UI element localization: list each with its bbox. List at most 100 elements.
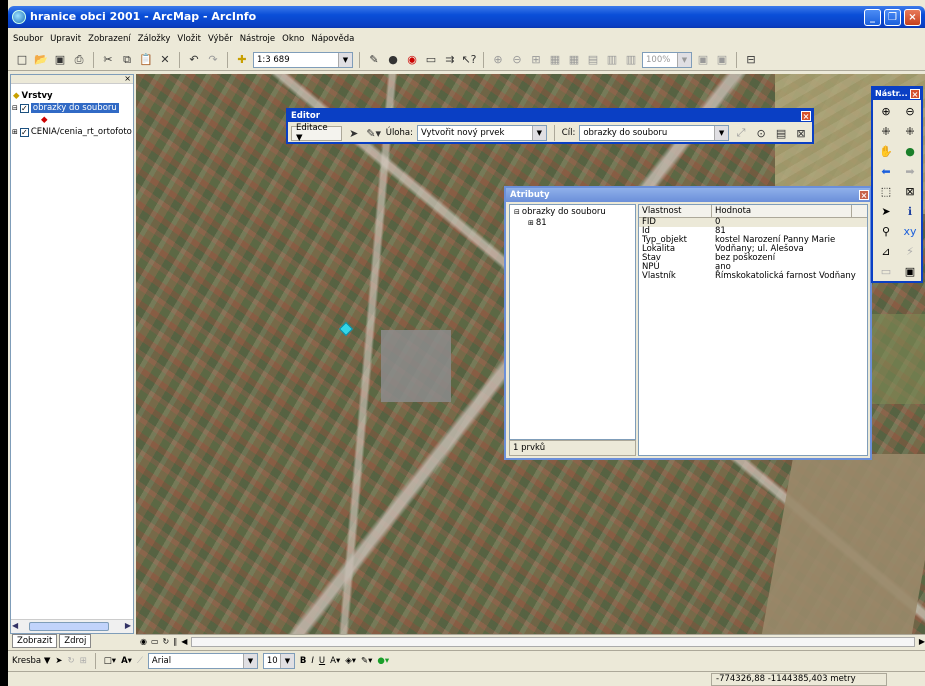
chevron-down-icon[interactable]: ▼ [531,126,546,140]
delete-icon[interactable]: ✕ [157,52,173,68]
tab-zobrazit[interactable]: Zobrazit [12,634,58,648]
layout-forward-icon[interactable]: ▥ [623,52,639,68]
menu-zobrazeni[interactable]: Zobrazení [88,34,131,44]
redo-icon[interactable]: ↷ [205,52,221,68]
scroll-right-icon[interactable]: ▶ [919,637,925,646]
attributes-title-bar[interactable]: Atributy × [506,188,870,202]
measure-icon[interactable]: ⊿ [875,243,897,260]
layout-back-icon[interactable]: ▥ [604,52,620,68]
cut-icon[interactable]: ✂ [100,52,116,68]
new-document-icon[interactable]: □ [14,52,30,68]
select-elements-icon[interactable]: ➤ [55,656,62,666]
target-combo[interactable]: obrazky do souboru ▼ [579,125,730,141]
paste-icon[interactable]: 📋 [138,52,154,68]
edit-vertices-icon[interactable]: ⟋ [137,656,143,666]
tools-title-bar[interactable]: Nástr... × [873,88,921,100]
rotate-icon[interactable]: ↻ [68,656,75,666]
forward-extent-icon[interactable]: ➡ [899,163,921,180]
sketch-properties-icon[interactable]: ⊠ [793,125,809,141]
full-extent-globe-icon[interactable]: ● [899,143,921,160]
close-window-button[interactable]: × [904,9,921,26]
table-row[interactable]: Stav bez poškození [639,254,867,263]
layout-fixed-zoom-in-icon[interactable]: ▦ [547,52,563,68]
fill-color-icon[interactable]: ◈▾ [345,656,356,666]
scroll-left-icon[interactable]: ◀ [181,637,187,646]
scroll-left-icon[interactable]: ◀ [12,621,18,630]
command-line-icon[interactable]: ▭ [423,52,439,68]
rotate-tool-icon[interactable]: ⊙ [753,125,769,141]
chevron-down-icon[interactable]: ▼ [279,653,294,668]
pan-hand-icon[interactable]: ✋ [875,143,897,160]
go-to-xy-icon[interactable]: xy [899,223,921,240]
data-view-icon[interactable]: ◉ [140,637,147,646]
italic-button[interactable]: I [311,656,314,666]
attributes-close-button[interactable]: × [859,190,869,200]
layout-zoom-combo[interactable]: 100% ▼ [642,51,692,68]
menu-nastroje[interactable]: Nástroje [240,34,275,44]
toc-layer-2[interactable]: ⊞ ✓ CENIA/cenia_rt_ortofoto [12,127,132,137]
font-color-icon[interactable]: A▾ [330,656,340,666]
refresh-icon[interactable]: ↻ [163,637,170,646]
underline-button[interactable]: U [319,656,325,666]
scroll-right-icon[interactable]: ▶ [125,621,131,630]
zoom-out-icon[interactable]: ⊖ [899,103,921,120]
editor-menu-button[interactable]: Editace ▼ [291,123,342,143]
menu-vlozit[interactable]: Vložit [177,34,201,44]
layer-2-checkbox[interactable]: ✓ [19,127,29,137]
chevron-down-icon[interactable]: ▼ [677,52,691,67]
map-horizontal-scrollbar[interactable] [191,636,915,647]
text-tool-icon[interactable]: A▾ [121,656,132,666]
expand-icon[interactable]: ⊞ [12,128,18,136]
layout-zoom-in-icon[interactable]: ⊕ [490,52,506,68]
menu-soubor[interactable]: Soubor [13,34,43,44]
layer-1-checkbox[interactable]: ✓ [19,103,29,113]
toc-root[interactable]: ◆ Vrstvy [13,91,53,101]
maximize-button[interactable]: ❐ [884,9,901,26]
arccatalog-icon[interactable]: ◉ [404,52,420,68]
time-slider-icon[interactable]: ▣ [899,263,921,280]
model-builder-icon[interactable]: ⇉ [442,52,458,68]
identify-icon[interactable]: ℹ [899,203,921,220]
attributes-icon[interactable]: ▤ [773,125,789,141]
editor-title-bar[interactable]: Editor × [288,110,812,122]
tree-layer-node[interactable]: ⊟ obrazky do souboru [514,207,606,217]
fixed-zoom-out-icon[interactable]: ⁜ [899,123,921,140]
hyperlink-icon[interactable]: ⚡ [899,243,921,260]
print-icon[interactable]: ⎙ [71,52,87,68]
tools-close-button[interactable]: × [910,89,920,99]
toggle-draft-icon[interactable]: ▣ [695,52,711,68]
tab-zdroj[interactable]: Zdroj [59,634,92,648]
rectangle-tool-icon[interactable]: □▾ [104,656,116,666]
line-color-icon[interactable]: ✎▾ [361,656,372,666]
expand-icon[interactable]: ⊞ [528,219,534,227]
selected-feature-marker[interactable] [338,321,354,337]
chevron-down-icon[interactable]: ▼ [338,52,352,67]
menu-zalozky[interactable]: Záložky [138,34,171,44]
menu-vyber[interactable]: Výběr [208,34,233,44]
open-folder-icon[interactable]: 📂 [33,52,49,68]
table-row[interactable]: Vlastník Římskokatolická farnost Vodňany [639,272,867,281]
back-extent-icon[interactable]: ⬅ [875,163,897,180]
toc-layer-1[interactable]: ⊟ ✓ obrazky do souboru [12,103,119,113]
layout-pan-icon[interactable]: ⊞ [528,52,544,68]
find-binoculars-icon[interactable]: ⚲ [875,223,897,240]
menu-napoveda[interactable]: Nápověda [311,34,354,44]
copy-icon[interactable]: ⧉ [119,52,135,68]
chevron-down-icon[interactable]: ▼ [242,653,257,668]
table-row[interactable]: FID 0 [639,218,867,227]
title-bar[interactable]: hranice obci 2001 - ArcMap - ArcInfo _ ❐… [8,6,925,28]
minimize-button[interactable]: _ [864,9,881,26]
chevron-down-icon[interactable]: ▼ [714,126,729,140]
edit-tool-arrow-icon[interactable]: ➤ [346,125,362,141]
font-size-combo[interactable]: 10 ▼ [262,652,295,669]
marker-color-icon[interactable]: ●▾ [377,656,389,666]
zoom-whole-page-icon[interactable]: ⊞ [80,656,87,666]
drawing-menu-button[interactable]: Kresba ▼ [12,656,50,666]
focus-data-frame-icon[interactable]: ▣ [714,52,730,68]
task-combo[interactable]: Vytvořit nový prvek ▼ [416,125,547,141]
save-icon[interactable]: ▣ [52,52,68,68]
tree-feature-node[interactable]: ⊞ 81 [528,218,547,228]
split-tool-icon[interactable]: ⤢ [733,125,749,141]
sketch-tool-pencil-icon[interactable]: ✎▾ [366,125,382,141]
zoom-in-icon[interactable]: ⊕ [875,103,897,120]
